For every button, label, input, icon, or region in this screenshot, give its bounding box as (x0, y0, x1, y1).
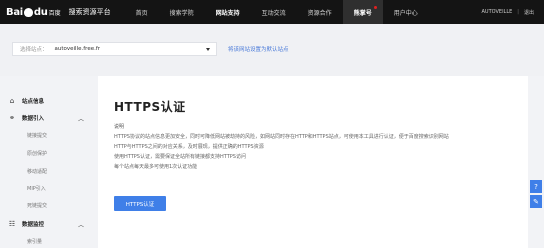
caret-down-icon (206, 48, 210, 51)
sidebar-item-mobile-adapt[interactable]: 移动适配 (27, 168, 47, 175)
site-selector-bar: 选择站点： autoveille.free.fr 将该网站设置为默认站点 (0, 24, 544, 76)
sidebar-item-original-protect[interactable]: 原创保护 (27, 150, 47, 157)
nav-bear-paw[interactable]: 熊掌号 (342, 0, 383, 24)
help-icon[interactable]: ? (530, 180, 542, 193)
page-title: HTTPS认证 (114, 100, 186, 114)
sidebar-group-data-import[interactable]: ⚭ 数据引入 ︿ (8, 113, 92, 123)
sidebar-item-link-submit[interactable]: 链接提交 (27, 132, 47, 139)
nav-home[interactable]: 首页 (125, 0, 159, 24)
site-select-value: autoveille.free.fr (54, 46, 101, 52)
main-nav: 首页 搜索学院 网站支持 互动交流 资源合作 熊掌号 用户中心 (125, 0, 429, 24)
home-icon: ⌂ (9, 97, 15, 105)
nav-bear-paw-label: 熊掌号 (353, 9, 372, 17)
nav-interaction[interactable]: 互动交流 (251, 0, 297, 24)
user-area: AUTOVEILLE | 退出 (482, 0, 534, 24)
platform-title[interactable]: 搜索资源平台 (69, 7, 111, 17)
logout-link[interactable]: 退出 (524, 9, 534, 16)
nav-academy[interactable]: 搜索学院 (159, 0, 205, 24)
floating-tools: ? ✎ (530, 180, 542, 210)
sidebar-group-label: 数据监控 (22, 222, 45, 228)
sidebar-group-site-info[interactable]: ⌂ 站点信息 (8, 96, 92, 106)
logo-sub-text: 百度 (48, 9, 61, 17)
description-line: 每个站点每天最多可使用1次认证功能 (114, 164, 198, 170)
baidu-logo[interactable]: Bai du 百度 (6, 0, 61, 24)
sidebar-item-mip[interactable]: MIP引入 (27, 185, 46, 192)
logo-text-left: Bai (6, 6, 23, 18)
nav-resources[interactable]: 资源合作 (297, 0, 343, 24)
nav-site-support[interactable]: 网站支持 (205, 0, 251, 24)
sidebar-item-dead-link[interactable]: 死链提交 (27, 202, 47, 209)
description-line: HTTPS协议的站点信息更加安全，同时可降低网站被劫持的风险，如网站同时存在HT… (114, 134, 449, 140)
logo-text-right: du (33, 6, 48, 18)
paw-icon (23, 7, 33, 17)
sidebar-group-label: 站点信息 (22, 99, 45, 105)
set-default-site-link[interactable]: 将该网站设置为默认站点 (228, 45, 289, 53)
chevron-up-icon: ︿ (77, 221, 84, 229)
chart-icon: ☷ (8, 220, 16, 228)
link-icon: ⚭ (9, 114, 15, 122)
https-verify-button[interactable]: HTTPS认证 (114, 196, 166, 211)
sidebar-group-data-monitor[interactable]: ☷ 数据监控 ︿ (8, 219, 92, 229)
main-panel: HTTPS认证 说明 HTTPS协议的站点信息更加安全，同时可降低网站被劫持的风… (98, 76, 528, 248)
sidebar-item-index-volume[interactable]: 索引量 (27, 238, 42, 245)
separator: | (517, 9, 519, 15)
top-navigation-bar: Bai du 百度 搜索资源平台 首页 搜索学院 网站支持 互动交流 资源合作 … (0, 0, 544, 24)
notification-dot (373, 6, 377, 9)
description-line: HTTP与HTTPS之间的对应关系，及时展现，提供正确的HTTPS资源 (114, 144, 264, 150)
description-line: 使用HTTPS认证，需要保证全站所有链接都支持HTTPS访问 (114, 154, 246, 160)
sidebar-group-label: 数据引入 (22, 116, 45, 122)
description-heading: 说明 (114, 124, 125, 130)
feedback-icon[interactable]: ✎ (530, 195, 542, 208)
site-select-label: 选择站点： (20, 47, 48, 53)
sidebar: ⌂ 站点信息 ⚭ 数据引入 ︿ 链接提交 原创保护 移动适配 MIP引入 死链提… (0, 76, 98, 248)
nav-user-center[interactable]: 用户中心 (383, 0, 429, 24)
site-select-dropdown[interactable]: 选择站点： autoveille.free.fr (12, 42, 217, 56)
chevron-up-icon: ︿ (77, 115, 84, 123)
username-link[interactable]: AUTOVEILLE (482, 9, 513, 15)
